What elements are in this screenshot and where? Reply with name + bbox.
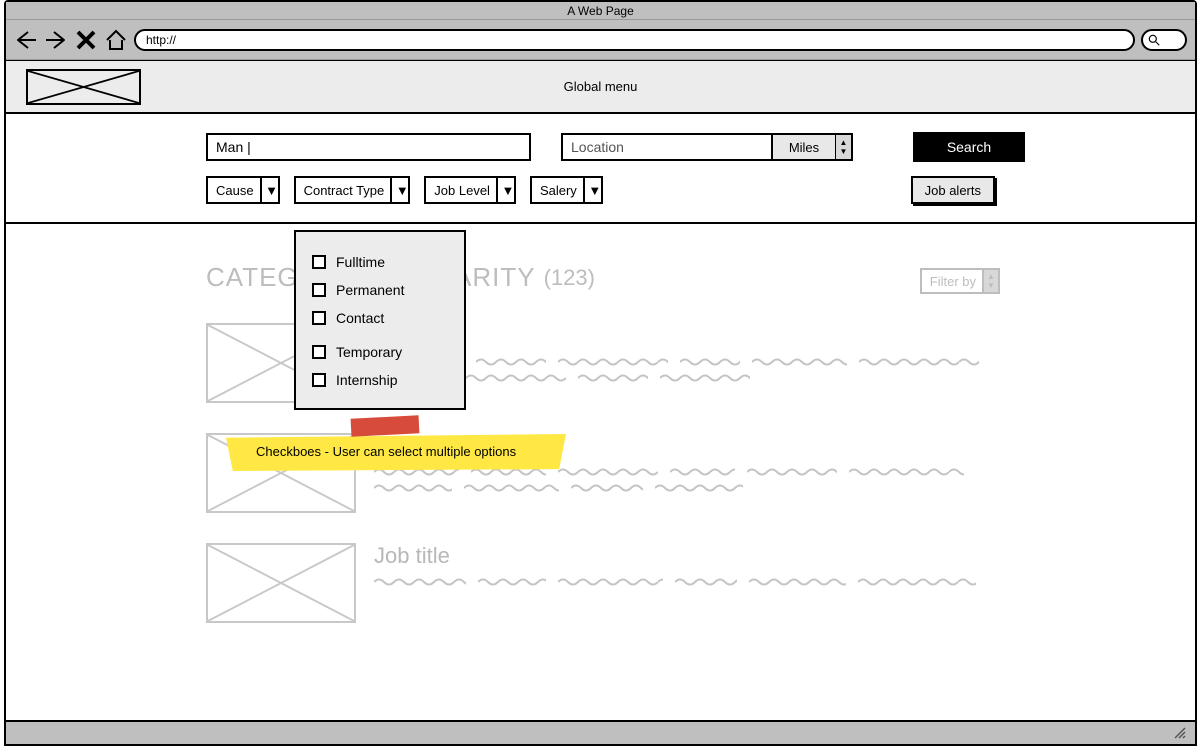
resize-grip-icon [1173,726,1187,740]
results-count: (123) [544,265,595,291]
forward-icon[interactable] [44,28,68,52]
global-menu-bar: Global menu [6,60,1195,114]
job-description-placeholder [374,577,994,587]
job-level-dropdown[interactable]: Job Level ▼ [424,176,516,204]
checkbox-icon[interactable] [312,311,326,325]
annotation-note: Checkboes - User can select multiple opt… [226,434,566,471]
job-title: Job title [374,543,994,569]
contract-type-dropdown[interactable]: Contract Type ▼ [294,176,411,204]
contract-option[interactable]: Fulltime [312,248,448,276]
option-label: Temporary [336,344,402,360]
checkbox-icon[interactable] [312,283,326,297]
contract-option[interactable]: Permanent [312,276,448,304]
job-alerts-button[interactable]: Job alerts [911,176,995,204]
global-menu-label: Global menu [564,79,638,94]
statusbar [6,720,1195,744]
contract-type-label: Contract Type [304,183,385,198]
chevron-down-icon: ▼ [260,178,278,202]
keyword-input[interactable]: Man | [206,133,531,161]
job-level-label: Job Level [434,183,490,198]
back-icon[interactable] [14,28,38,52]
contract-option[interactable]: Temporary [312,338,448,366]
annotation-connector [351,415,420,437]
results-section: CATEGORY OR CHARITY (123) Filter by ▲▼ J… [6,224,1195,623]
option-label: Internship [336,372,397,388]
logo-placeholder [26,69,141,105]
job-title: Job title [374,323,994,349]
job-description-placeholder [374,357,994,383]
salary-label: Salery [540,183,577,198]
browser-search-icon[interactable] [1141,29,1187,51]
cause-label: Cause [216,183,254,198]
option-label: Fulltime [336,254,385,270]
contract-type-panel: Fulltime Permanent Contact Temporary Int… [294,230,466,410]
chevron-down-icon: ▼ [390,178,408,202]
option-label: Permanent [336,282,404,298]
job-thumbnail [206,543,356,623]
window-title: A Web Page [6,2,1195,20]
chevron-down-icon: ▼ [583,178,601,202]
url-input[interactable]: http:// [134,29,1135,51]
checkbox-icon[interactable] [312,255,326,269]
search-section: Man | Location Miles ▲▼ Search Cause ▼ [6,114,1195,224]
option-label: Contact [336,310,384,326]
filter-by-stepper-icon: ▲▼ [982,270,998,292]
contract-option[interactable]: Contact [312,304,448,332]
close-icon[interactable] [74,28,98,52]
miles-stepper-icon[interactable]: ▲▼ [835,135,851,159]
salary-dropdown[interactable]: Salery ▼ [530,176,603,204]
filter-by-select[interactable]: Filter by ▲▼ [920,268,1000,294]
job-description-placeholder [374,467,994,493]
home-icon[interactable] [104,28,128,52]
location-input[interactable]: Location [563,135,773,159]
job-card[interactable]: Job title [206,543,1195,623]
miles-select[interactable]: Miles [773,135,835,159]
checkbox-icon[interactable] [312,345,326,359]
cause-dropdown[interactable]: Cause ▼ [206,176,280,204]
browser-toolbar: http:// [6,20,1195,60]
filter-by-label: Filter by [930,274,976,289]
location-group: Location Miles ▲▼ [561,133,853,161]
checkbox-icon[interactable] [312,373,326,387]
miles-label: Miles [789,140,819,155]
contract-option[interactable]: Internship [312,366,448,394]
chevron-down-icon: ▼ [496,178,514,202]
search-button[interactable]: Search [913,132,1025,162]
